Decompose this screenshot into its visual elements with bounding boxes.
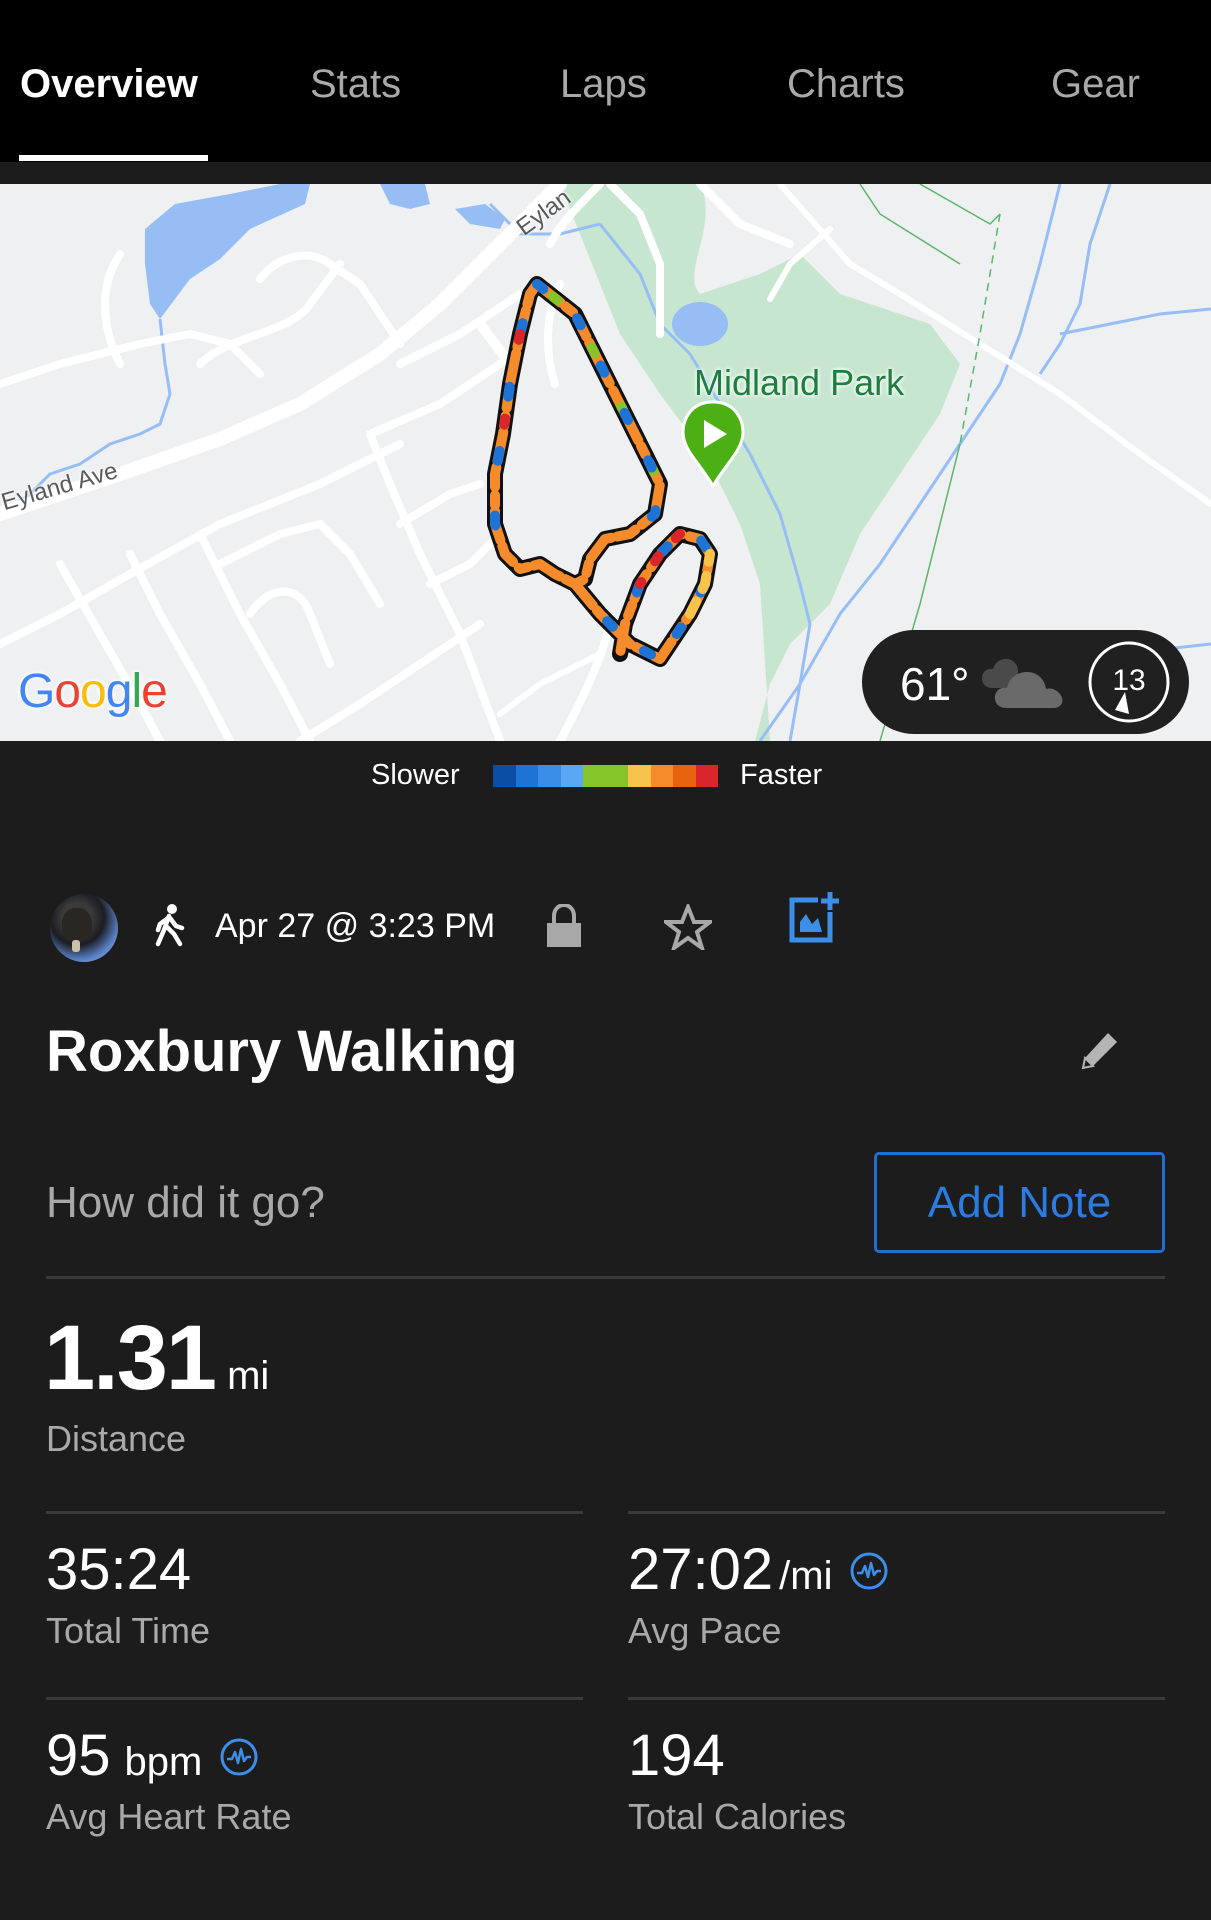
google-logo: Google (18, 665, 168, 718)
legend-color-swatch (560, 765, 583, 787)
pond (380, 184, 430, 209)
avg-pace-stat: 27:02/mi (628, 1536, 889, 1605)
avg-heart-rate-unit: bpm (124, 1740, 203, 1784)
legend-color-scale (493, 765, 718, 787)
star-icon[interactable] (664, 904, 712, 950)
legend-color-swatch (538, 765, 561, 787)
legend-faster-label: Faster (740, 759, 823, 791)
legend-color-swatch (695, 765, 718, 787)
legend-color-swatch (493, 765, 516, 787)
avg-heart-rate-label: Avg Heart Rate (46, 1796, 292, 1837)
tab-laps[interactable]: Laps (560, 62, 647, 107)
avg-heart-rate-stat: 95 bpm (46, 1722, 259, 1791)
note-prompt: How did it go? (46, 1178, 325, 1227)
park-label: Midland Park (694, 362, 905, 403)
total-calories-stat: 194 (628, 1722, 725, 1789)
tab-bar: Overview Stats Laps Charts Gear (0, 0, 1211, 162)
distance-label: Distance (46, 1418, 187, 1459)
avatar-photo-detail (72, 940, 80, 952)
distance-value: 1.31 (44, 1307, 217, 1409)
legend-color-swatch (628, 765, 651, 787)
activity-meta-row: Apr 27 @ 3:23 PM (0, 890, 1211, 970)
divider (46, 1697, 583, 1700)
legend-color-swatch (650, 765, 673, 787)
user-avatar[interactable] (50, 894, 118, 962)
legend-color-swatch (673, 765, 696, 787)
tab-charts[interactable]: Charts (787, 62, 905, 107)
edit-pencil-icon[interactable] (1080, 1030, 1120, 1070)
sensor-data-icon[interactable] (219, 1737, 259, 1777)
total-time-stat: 35:24 (46, 1536, 191, 1603)
wind-indicator: 13 (1087, 640, 1171, 724)
distance-stat: 1.31 mi (44, 1306, 269, 1411)
legend-color-swatch (515, 765, 538, 787)
weather-badge[interactable]: 61° 13 (862, 630, 1189, 734)
wind-speed: 13 (1112, 664, 1146, 697)
walking-icon (155, 904, 185, 947)
tab-spacer (0, 162, 1211, 184)
tab-overview[interactable]: Overview (20, 62, 198, 107)
sensor-data-icon[interactable] (849, 1551, 889, 1591)
avg-heart-rate-value: 95 (46, 1723, 111, 1788)
legend-slower-label: Slower (371, 759, 460, 791)
route-map[interactable]: Eyland Ave Eylan Midland Park Google 61°… (0, 184, 1211, 741)
activity-date-time: Apr 27 @ 3:23 PM (215, 907, 496, 945)
lock-icon[interactable] (546, 904, 582, 948)
total-time-label: Total Time (46, 1610, 211, 1651)
divider (46, 1511, 583, 1514)
active-tab-indicator (19, 155, 208, 161)
total-calories-value: 194 (628, 1723, 725, 1788)
cloudy-icon (982, 658, 1063, 708)
total-calories-label: Total Calories (628, 1796, 847, 1837)
total-time-value: 35:24 (46, 1537, 192, 1602)
divider (46, 1276, 1165, 1279)
park-pond (672, 302, 728, 346)
tab-stats[interactable]: Stats (310, 62, 401, 107)
distance-unit: mi (227, 1354, 270, 1398)
tab-gear[interactable]: Gear (1051, 62, 1140, 107)
divider (628, 1511, 1165, 1514)
avg-pace-value: 27:02 (628, 1537, 774, 1602)
pond-small (455, 204, 505, 229)
pace-legend: Slower Faster (0, 757, 1211, 797)
add-note-button[interactable]: Add Note (874, 1152, 1165, 1253)
temperature: 61° (900, 658, 970, 710)
legend-color-swatch (583, 765, 628, 787)
divider (628, 1697, 1165, 1700)
activity-title: Roxbury Walking (46, 1019, 518, 1084)
avg-pace-label: Avg Pace (628, 1610, 782, 1651)
add-photo-icon[interactable] (788, 890, 840, 944)
lake (145, 184, 310, 319)
avg-pace-unit: /mi (779, 1554, 833, 1598)
avatar-photo-subject (62, 908, 92, 942)
